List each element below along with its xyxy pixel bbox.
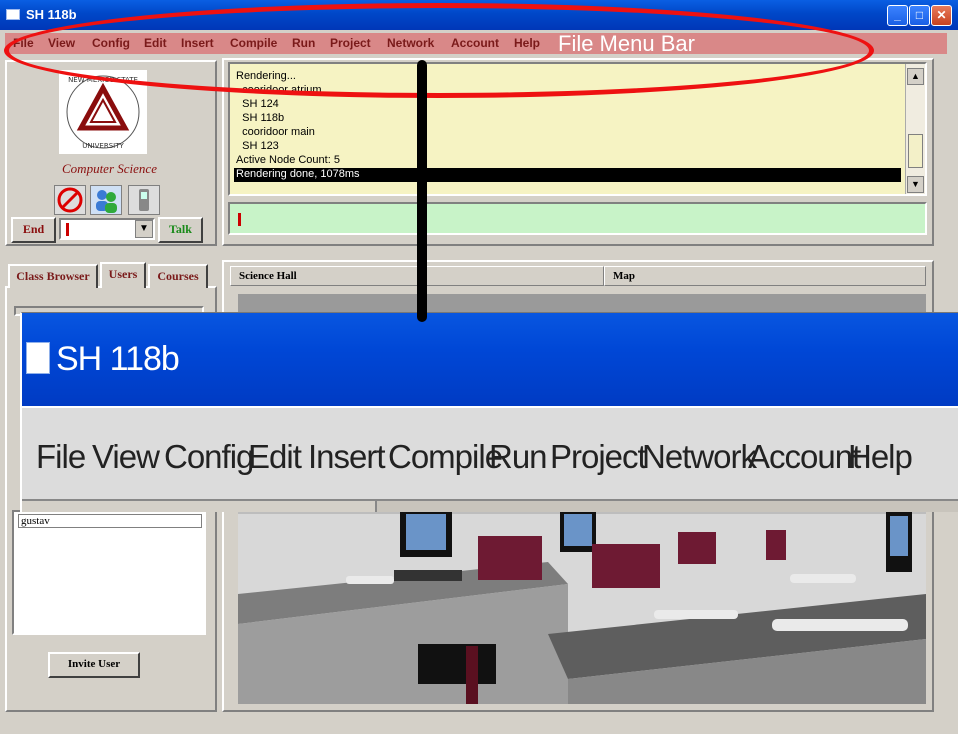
zoomed-menu-inset: SH 118b File View Config Edit Insert Com… <box>20 312 958 512</box>
menu-config[interactable]: Config <box>92 36 130 50</box>
users-icon[interactable] <box>90 185 122 215</box>
menu-bar-annotation-label: File Menu Bar <box>558 31 695 56</box>
scroll-thumb[interactable] <box>908 134 923 168</box>
list-item[interactable]: gustav <box>18 514 202 528</box>
console-line: SH 118b <box>236 112 285 124</box>
zoomed-menu-compile: Compile <box>388 438 503 475</box>
zoomed-menu-edit: Edit <box>248 438 302 475</box>
console-line: SH 124 <box>236 98 279 110</box>
menu-insert[interactable]: Insert <box>181 36 214 50</box>
svg-text:UNIVERSITY: UNIVERSITY <box>82 142 124 150</box>
console-line: Rendering... <box>236 70 296 82</box>
menu-file[interactable]: File <box>13 36 34 50</box>
menu-compile[interactable]: Compile <box>230 36 277 50</box>
zoomed-divider <box>22 499 958 512</box>
menu-account[interactable]: Account <box>451 36 499 50</box>
phone-icon[interactable] <box>128 185 160 215</box>
command-input[interactable] <box>228 202 927 235</box>
menu-network[interactable]: Network <box>387 36 434 50</box>
text-caret <box>66 223 69 236</box>
console-line: SH 123 <box>236 140 279 152</box>
menu-project[interactable]: Project <box>330 36 371 50</box>
zoomed-menu-file: File <box>36 438 86 475</box>
chevron-down-icon[interactable]: ▼ <box>135 220 153 238</box>
no-entry-icon[interactable] <box>54 185 86 215</box>
scroll-down-icon[interactable]: ▼ <box>907 176 924 193</box>
zoomed-title-bar: SH 118b <box>22 313 958 406</box>
zoomed-window-title: SH 118b <box>56 340 180 378</box>
scroll-up-icon[interactable]: ▲ <box>907 68 924 85</box>
console-scrollbar[interactable]: ▲ ▼ <box>905 64 925 194</box>
minimize-button[interactable]: _ <box>887 5 908 26</box>
zoomed-menu-help: Help <box>848 438 913 475</box>
zoomed-menu-account: Account <box>748 438 861 475</box>
menu-run[interactable]: Run <box>292 36 315 50</box>
console-line: cooridoor atrium <box>236 84 322 96</box>
close-button[interactable]: ✕ <box>931 5 952 26</box>
app-window-icon <box>6 9 20 20</box>
department-label: Computer Science <box>62 161 157 176</box>
tab-class-browser[interactable]: Class Browser <box>8 264 98 288</box>
zoomed-menu-insert: Insert <box>308 438 386 475</box>
menu-edit[interactable]: Edit <box>144 36 167 50</box>
tab-courses[interactable]: Courses <box>148 264 208 288</box>
zoomed-menu-bar: File View Config Edit Insert Compile Run… <box>22 406 958 502</box>
annotation-pointer-line <box>417 60 427 322</box>
zoomed-menu-config: Config <box>164 438 254 475</box>
console-line: cooridoor main <box>236 126 315 138</box>
zoomed-menu-run: Run <box>489 438 548 475</box>
talk-button[interactable]: Talk <box>158 217 203 243</box>
text-caret <box>238 213 241 226</box>
zoomed-menu-project: Project <box>550 438 647 475</box>
invite-user-button[interactable]: Invite User <box>48 652 140 678</box>
tab-users[interactable]: Users <box>100 262 146 288</box>
svg-text:NEW MEXICO STATE: NEW MEXICO STATE <box>68 76 138 84</box>
university-logo: NEW MEXICO STATE UNIVERSITY <box>59 70 147 154</box>
maximize-button[interactable]: □ <box>909 5 930 26</box>
menu-bar: File View Config Edit Insert Compile Run… <box>5 31 947 56</box>
user-list[interactable]: gustav <box>12 510 206 635</box>
console-line: Active Node Count: 5 <box>236 154 340 166</box>
window-title: SH 118b <box>26 7 77 22</box>
console-line-highlighted: Rendering done, 1078ms <box>234 168 901 182</box>
zoomed-menu-network: Network <box>642 438 757 475</box>
app-window-icon <box>26 342 50 374</box>
zoomed-tab-edge <box>22 501 377 512</box>
title-bar: SH 118b _ □ ✕ <box>0 0 958 30</box>
menu-view[interactable]: View <box>48 36 75 50</box>
tab-map[interactable]: Map <box>604 266 926 286</box>
contact-select[interactable]: ▼ <box>59 218 155 240</box>
zoomed-menu-view: View <box>92 438 160 475</box>
console-output: Rendering... cooridoor atrium SH 124 SH … <box>228 62 927 196</box>
menu-help[interactable]: Help <box>514 36 540 50</box>
end-button[interactable]: End <box>11 217 56 243</box>
